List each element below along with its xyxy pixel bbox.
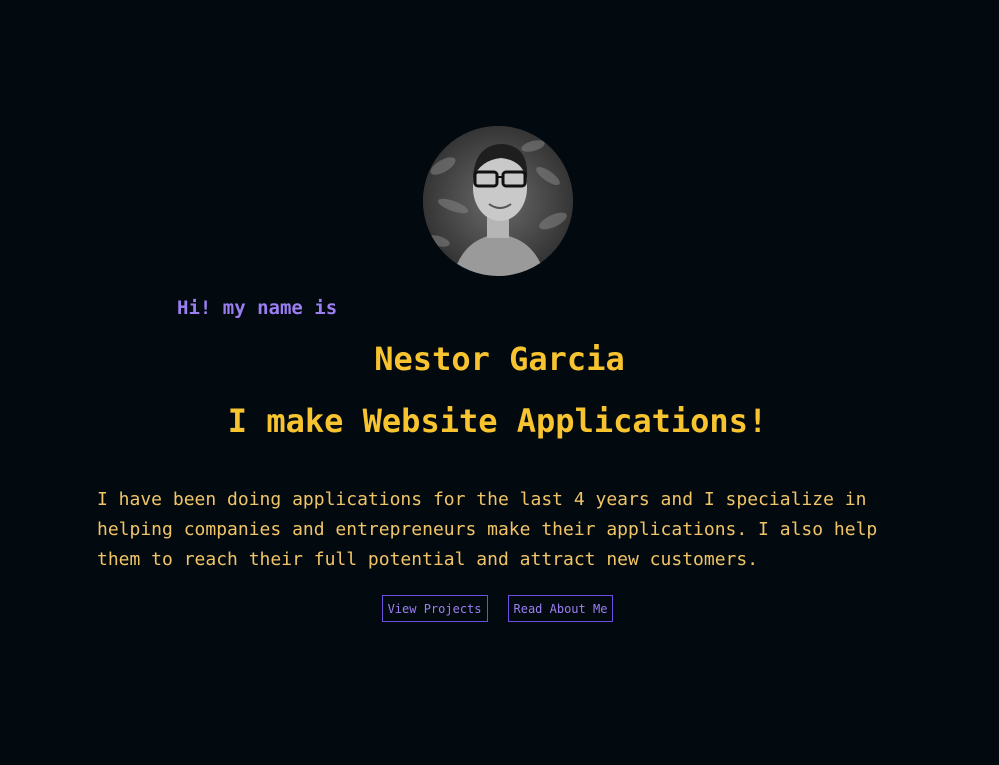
read-about-me-button[interactable]: Read About Me [507,595,614,622]
greeting-text: Hi! my name is [177,297,338,319]
tagline-heading: I make Website Applications! [227,402,768,440]
view-projects-button[interactable]: View Projects [381,595,488,622]
bio-paragraph: I have been doing applications for the l… [97,489,878,570]
person-name: Nestor Garcia [374,340,625,378]
hero-actions: View Projects Read About Me [0,595,995,622]
profile-photo [423,126,573,276]
